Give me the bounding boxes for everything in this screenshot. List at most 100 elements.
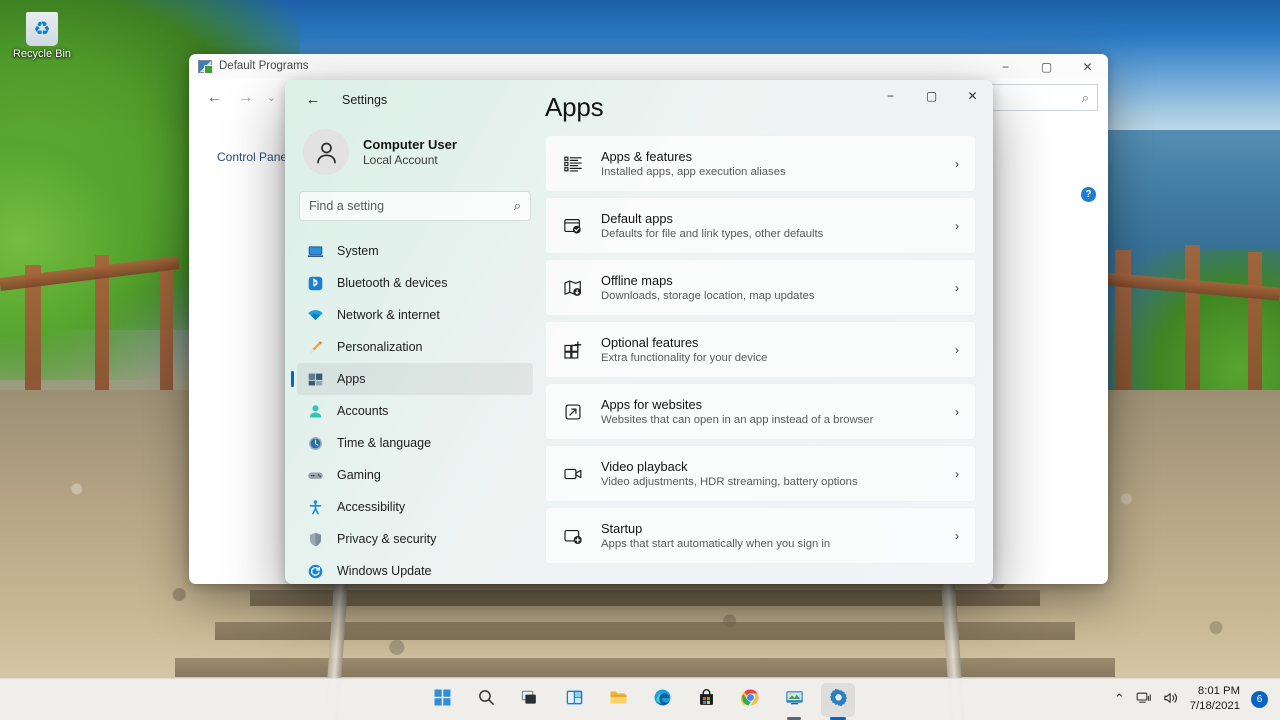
settings-nav-list: System Bluetooth & devices Network & inter… [291,235,533,584]
settings-sidebar: ← Settings Computer User Local Account F… [285,80,545,584]
card-title: Startup [601,521,643,536]
close-button[interactable]: ✕ [952,80,993,112]
card-subtitle: Defaults for file and link types, other … [601,228,824,240]
card-title: Optional features [601,335,699,350]
sidebar-item-label: System [337,244,379,258]
accounts-icon [307,403,324,420]
settings-button[interactable] [821,682,855,717]
video-playback-icon [560,464,585,484]
card-subtitle: Downloads, storage location, map updates [601,290,815,302]
edge-button[interactable] [645,683,679,717]
file-explorer-icon [609,688,628,712]
sidebar-item-accessibility[interactable]: Accessibility [297,491,533,523]
card-text: Apps & features Installed apps, app execu… [601,149,955,178]
user-profile[interactable]: Computer User Local Account [297,119,533,189]
default-programs-titlebar[interactable]: Default Programs − ▢ ✕ [189,54,1108,78]
card-text: Video playback Video adjustments, HDR str… [601,459,955,488]
settings-card-offline-maps[interactable]: Offline maps Downloads, storage location,… [545,259,976,316]
microsoft-store-button[interactable] [689,683,723,717]
sidebar-item-windows-update[interactable]: Windows Update [297,555,533,584]
windows-logo-icon [433,688,452,712]
settings-window[interactable]: − ▢ ✕ ← Settings Computer User Local Acc… [285,80,993,584]
clock-time: 8:01 PM [1197,684,1240,697]
sidebar-item-apps[interactable]: Apps [291,363,533,395]
offline-maps-icon [560,278,585,298]
sidebar-item-bluetooth-devices[interactable]: Bluetooth & devices [297,267,533,299]
card-title: Offline maps [601,273,673,288]
settings-window-controls[interactable]: − ▢ ✕ [870,80,993,112]
chrome-button[interactable] [733,683,767,717]
chevron-right-icon: › [955,528,959,543]
task-view-icon [521,688,540,712]
show-hidden-icons-button[interactable]: ⌃ [1114,691,1125,707]
card-subtitle: Apps that start automatically when you s… [601,538,831,550]
card-subtitle: Extra functionality for your device [601,352,768,364]
clock[interactable]: 8:01 PM 7/18/2021 [1190,684,1240,715]
clock-date: 7/18/2021 [1189,700,1240,712]
minimize-button[interactable]: − [985,54,1026,80]
maximize-button[interactable]: ▢ [911,80,952,112]
file-explorer-button[interactable] [601,683,635,717]
optional-features-icon [560,340,585,360]
minimize-button[interactable]: − [870,80,911,112]
chevron-right-icon: › [955,342,959,357]
sidebar-item-label: Network & internet [337,308,440,322]
bluetooth-icon [307,275,324,292]
back-button[interactable]: ← [300,87,326,113]
edge-icon [653,688,672,712]
sidebar-item-network-internet[interactable]: Network & internet [297,299,533,331]
breadcrumb[interactable]: Control Panel [217,150,290,164]
sidebar-item-gaming[interactable]: Gaming [297,459,533,491]
settings-card-apps-for-websites[interactable]: Apps for websites Websites that can open … [545,383,976,440]
taskbar-icons [425,682,855,717]
settings-card-video-playback[interactable]: Video playback Video adjustments, HDR str… [545,445,976,502]
card-title: Apps & features [601,149,693,164]
store-icon [697,688,716,712]
wallpaper-sleeper [250,590,1040,606]
sidebar-item-label: Accounts [337,404,389,418]
privacy-security-icon [307,531,324,548]
recent-locations-button[interactable]: ⌄ [261,84,282,112]
close-button[interactable]: ✕ [1067,54,1108,80]
apps-for-websites-icon [560,402,585,422]
sidebar-item-personalization[interactable]: Personalization [297,331,533,363]
notification-badge[interactable]: 6 [1251,690,1268,708]
settings-card-startup[interactable]: Startup Apps that start automatically whe… [545,507,976,564]
start-button[interactable] [425,683,459,717]
settings-card-apps-features[interactable]: Apps & features Installed apps, app execu… [545,135,976,192]
forward-button[interactable]: → [230,84,261,112]
chevron-right-icon: › [955,218,959,233]
back-button[interactable]: ← [199,84,230,112]
settings-gear-icon [829,688,848,712]
widgets-button[interactable] [557,683,591,717]
maximize-button[interactable]: ▢ [1026,54,1067,80]
default-programs-window-controls[interactable]: − ▢ ✕ [985,54,1108,80]
settings-card-default-apps[interactable]: Default apps Defaults for file and link t… [545,197,976,254]
chevron-right-icon: › [955,280,959,295]
task-view-button[interactable] [513,683,547,717]
chevron-right-icon: › [955,156,959,171]
volume-tray-icon[interactable] [1163,691,1179,708]
control-panel-button[interactable] [777,683,811,717]
network-tray-icon[interactable] [1136,691,1152,708]
sidebar-item-label: Apps [337,372,366,386]
help-button[interactable]: ? [1081,187,1096,202]
recycle-bin-icon: ♻ [26,12,58,46]
sidebar-item-time-language[interactable]: Time & language [297,427,533,459]
card-title: Video playback [601,459,688,474]
sidebar-item-accounts[interactable]: Accounts [297,395,533,427]
card-text: Default apps Defaults for file and link t… [601,211,955,240]
search-icon: ⌕ [1081,89,1089,105]
card-subtitle: Installed apps, app execution aliases [601,166,786,178]
recycle-bin-label: Recycle Bin [12,48,72,60]
settings-card-optional-features[interactable]: Optional features Extra functionality for… [545,321,976,378]
default-programs-title: Default Programs [219,60,309,72]
sidebar-item-label: Gaming [337,468,381,482]
sidebar-item-system[interactable]: System [297,235,533,267]
personalization-icon [307,339,324,356]
wallpaper-sleeper [175,658,1115,677]
search-input[interactable]: Find a setting ⌕ [299,191,531,221]
search-button[interactable] [469,683,503,717]
desktop-icon-recycle-bin[interactable]: ♻ Recycle Bin [6,12,78,60]
sidebar-item-privacy-security[interactable]: Privacy & security [297,523,533,555]
